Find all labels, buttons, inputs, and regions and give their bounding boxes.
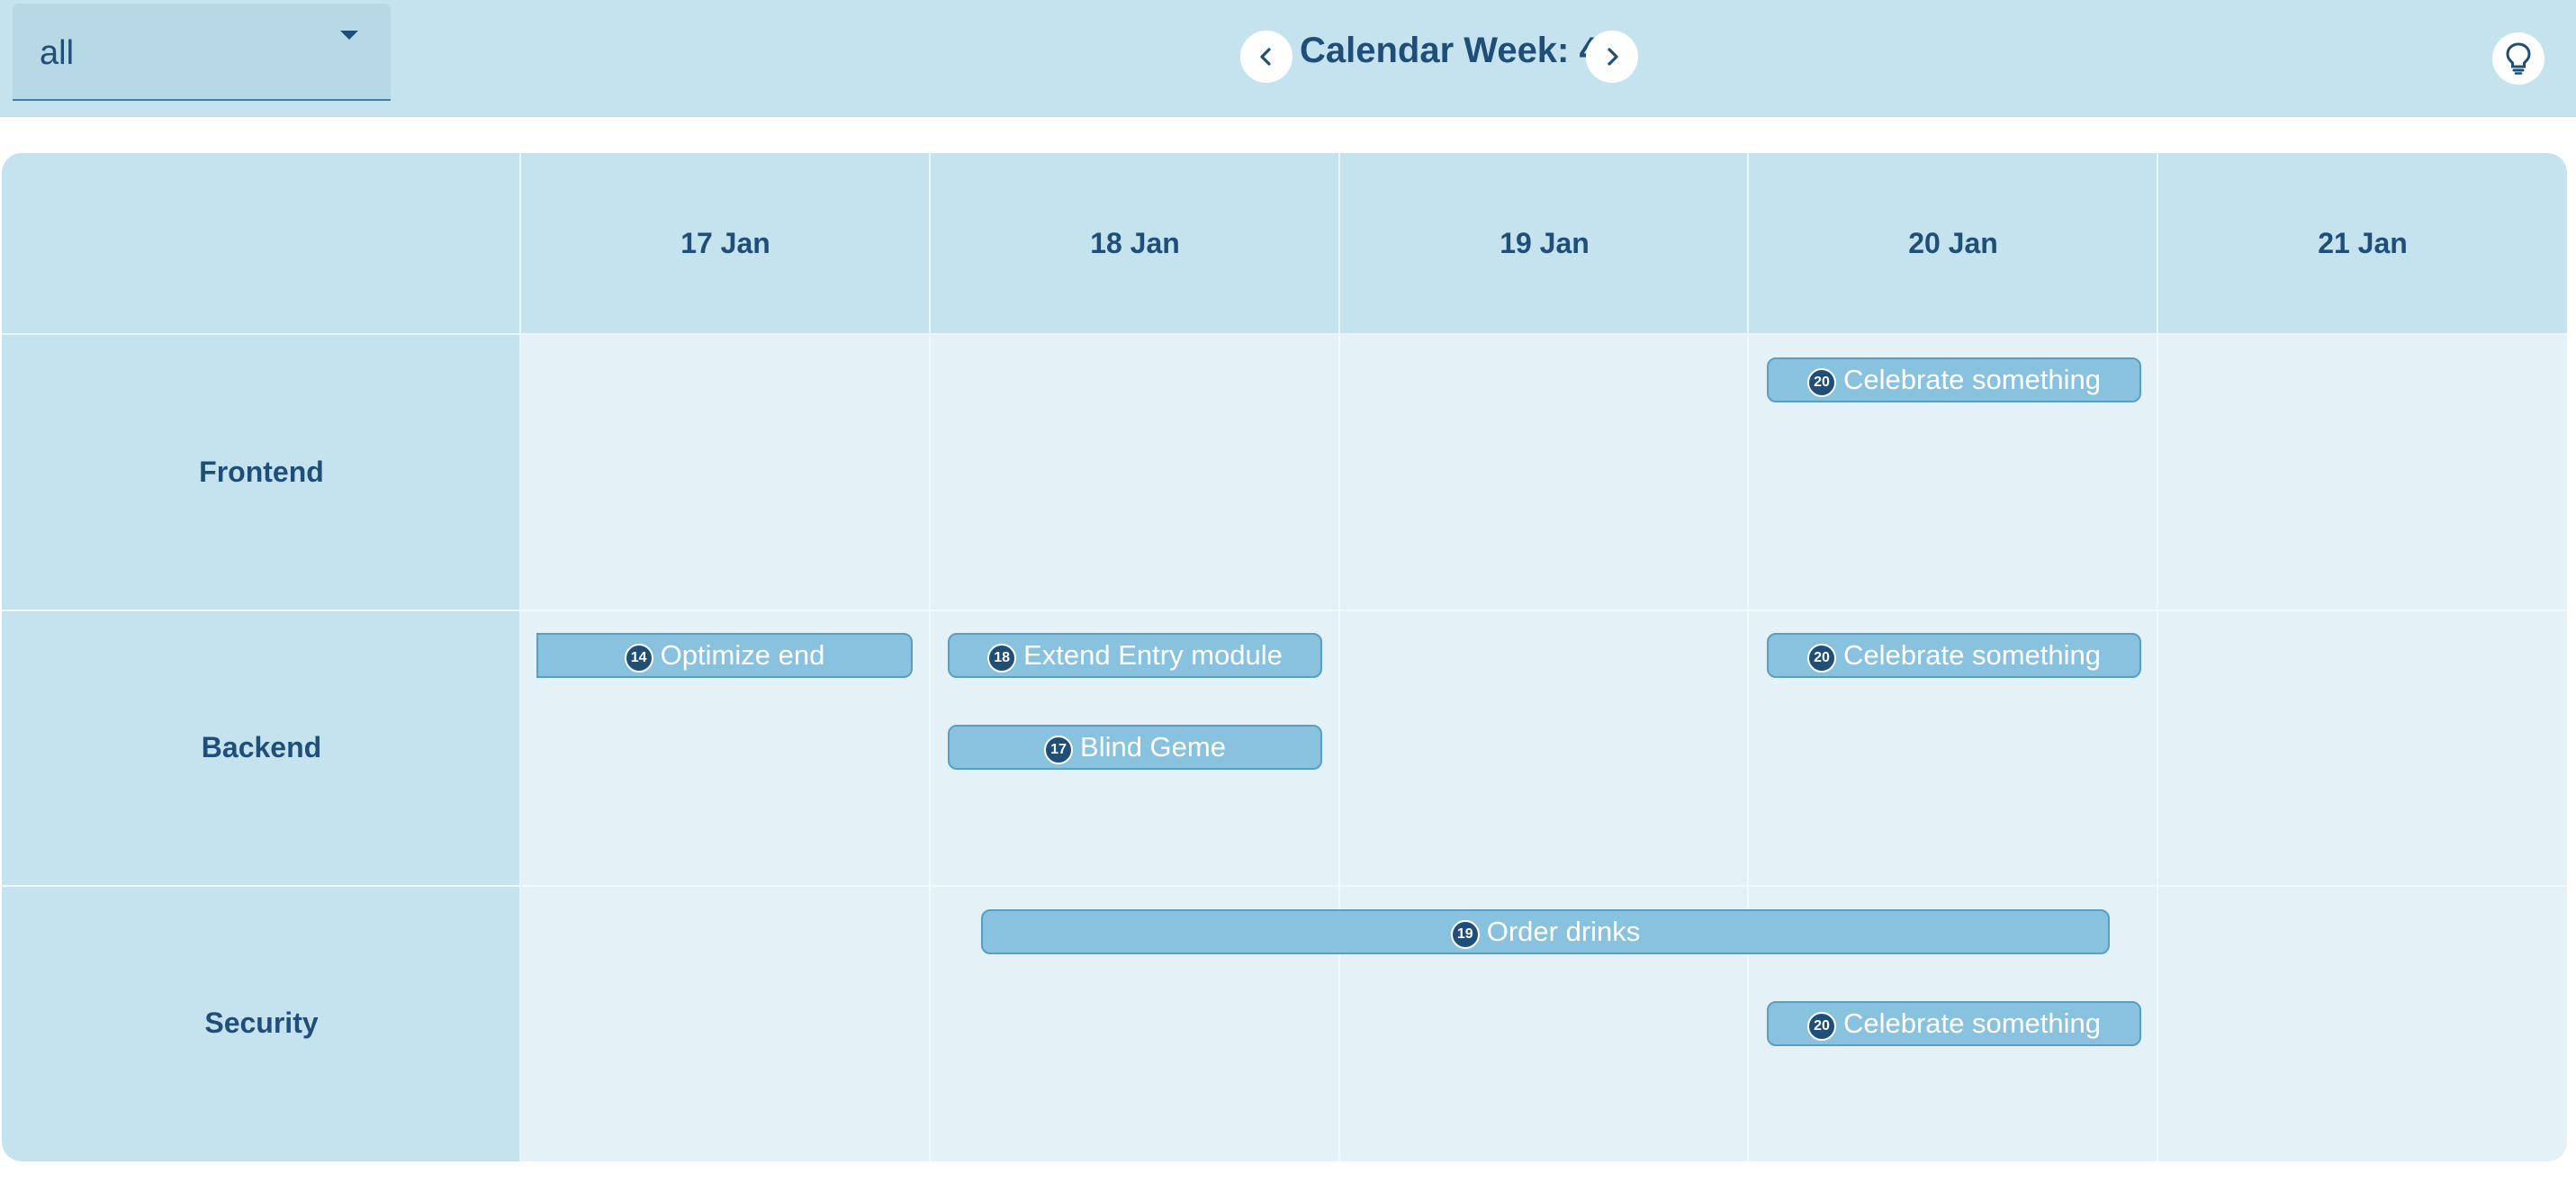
grid-divider bbox=[2157, 153, 2158, 335]
event-extend-entry-module[interactable]: 18 Extend Entry module bbox=[948, 633, 1322, 678]
event-label: Celebrate something bbox=[1842, 1007, 2102, 1039]
event-id-badge: 14 bbox=[624, 644, 653, 673]
grid-divider bbox=[519, 153, 521, 1161]
top-bar: all Calendar Week: 4 bbox=[0, 0, 2576, 117]
chevron-down-icon bbox=[340, 31, 358, 40]
grid-divider bbox=[2, 333, 2567, 335]
grid-divider bbox=[1338, 335, 1340, 1161]
previous-week-button[interactable] bbox=[1240, 31, 1293, 83]
calendar-grid bbox=[2, 335, 2567, 1161]
next-week-button[interactable] bbox=[1586, 31, 1638, 83]
day-header: 18 Jan bbox=[1090, 227, 1180, 259]
row-label-backend: Backend bbox=[201, 731, 322, 763]
grid-divider bbox=[1747, 153, 1749, 335]
event-optimize-end[interactable]: 14 Optimize end bbox=[536, 633, 913, 678]
event-label: Blind Geme bbox=[1080, 731, 1226, 763]
row-label-security: Security bbox=[204, 1007, 319, 1039]
grid-divider bbox=[2, 885, 2567, 887]
day-header: 17 Jan bbox=[680, 227, 770, 259]
event-label: Extend Entry module bbox=[1023, 639, 1283, 671]
day-header: 19 Jan bbox=[1500, 227, 1590, 259]
event-label: Optimize end bbox=[660, 639, 825, 671]
grid-divider bbox=[2157, 335, 2158, 1161]
team-filter-select[interactable]: all bbox=[13, 4, 391, 101]
event-order-drinks[interactable]: 19 Order drinks bbox=[981, 909, 2110, 954]
grid-divider bbox=[929, 335, 931, 1161]
grid-divider bbox=[929, 153, 931, 335]
chevron-left-icon bbox=[1260, 48, 1271, 66]
grid-divider bbox=[1747, 335, 1749, 1161]
event-id-badge: 20 bbox=[1806, 368, 1836, 397]
event-celebrate-something-security[interactable]: 20 Celebrate something bbox=[1767, 1001, 2141, 1046]
event-label: Celebrate something bbox=[1842, 364, 2102, 395]
grid-divider bbox=[1338, 153, 1340, 335]
calendar-panel: 17 Jan 18 Jan 19 Jan 20 Jan 21 Jan Front… bbox=[2, 153, 2567, 1161]
event-id-badge: 19 bbox=[1450, 920, 1480, 949]
grid-divider bbox=[2, 610, 2567, 611]
row-label-frontend: Frontend bbox=[199, 456, 324, 488]
event-label: Celebrate something bbox=[1842, 639, 2102, 671]
event-id-badge: 17 bbox=[1044, 736, 1074, 764]
week-title: Calendar Week: 4 bbox=[1300, 31, 1599, 70]
day-header: 21 Jan bbox=[2318, 227, 2408, 259]
event-id-badge: 20 bbox=[1806, 644, 1836, 673]
day-header: 20 Jan bbox=[1908, 227, 1998, 259]
event-id-badge: 20 bbox=[1806, 1012, 1836, 1041]
event-blind-geme[interactable]: 17 Blind Geme bbox=[948, 725, 1322, 770]
hint-button[interactable] bbox=[2492, 32, 2544, 85]
chevron-right-icon bbox=[1608, 48, 1618, 66]
event-label: Order drinks bbox=[1486, 916, 1641, 947]
lightbulb-icon bbox=[2506, 42, 2531, 75]
event-celebrate-something-backend[interactable]: 20 Celebrate something bbox=[1767, 633, 2141, 678]
filter-value: all bbox=[40, 34, 75, 72]
event-celebrate-something-frontend[interactable]: 20 Celebrate something bbox=[1767, 357, 2141, 402]
event-id-badge: 18 bbox=[987, 644, 1017, 673]
